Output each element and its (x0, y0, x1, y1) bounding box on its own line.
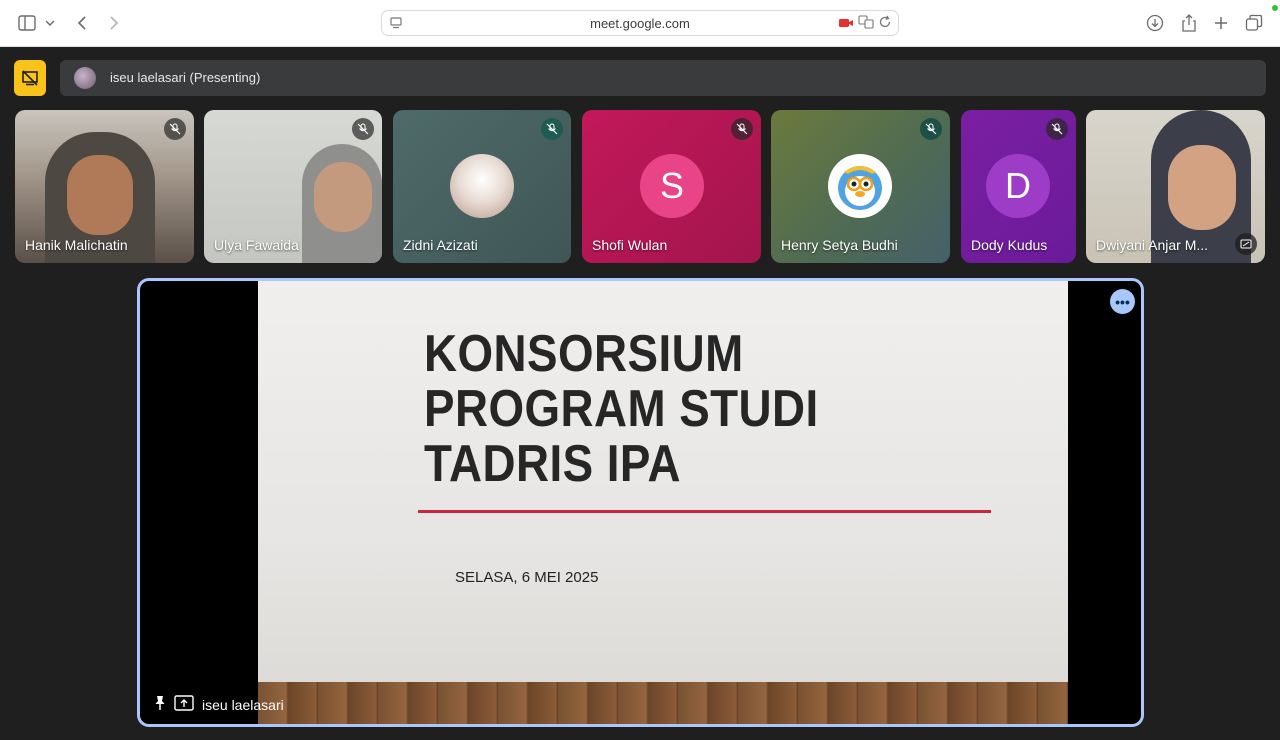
camera-in-use-icon[interactable] (838, 16, 854, 34)
slide-title: KONSORSIUM PROGRAM STUDI TADRIS IPA (424, 327, 819, 492)
self-view-icon[interactable] (1235, 233, 1257, 255)
avatar (74, 67, 96, 89)
mic-off-icon (352, 118, 374, 140)
mic-off-icon (164, 118, 186, 140)
presenting-label: iseu laelasari (Presenting) (110, 70, 261, 85)
translate-icon[interactable] (858, 15, 874, 34)
avatar: S (640, 154, 704, 218)
more-options-button[interactable]: ••• (1110, 289, 1135, 314)
url-text: meet.google.com (590, 16, 690, 31)
participant-tile[interactable]: Hanik Malichatin (15, 110, 194, 263)
participant-tile[interactable]: D Dody Kudus (961, 110, 1076, 263)
participant-tile[interactable]: S Shofi Wulan (582, 110, 761, 263)
browser-toolbar: meet.google.com (0, 0, 1280, 47)
mic-off-icon (731, 118, 753, 140)
slide: KONSORSIUM PROGRAM STUDI TADRIS IPA SELA… (258, 281, 1068, 724)
presenter-name: iseu laelasari (202, 696, 284, 713)
download-icon[interactable] (1144, 12, 1166, 34)
slide-divider (418, 510, 991, 513)
slide-title-line: KONSORSIUM (424, 325, 744, 383)
stage-presenter-label: iseu laelasari (154, 695, 284, 714)
presenting-banner: iseu laelasari (Presenting) (60, 60, 1266, 96)
pin-icon[interactable] (154, 695, 166, 714)
mic-off-icon (541, 118, 563, 140)
slide-floor (258, 682, 1068, 724)
participant-name: Dody Kudus (971, 237, 1048, 253)
stop-presenting-button[interactable] (14, 60, 46, 96)
participant-tile[interactable]: Dwiyani Anjar M... (1086, 110, 1265, 263)
present-off-icon (22, 70, 38, 86)
participant-name: Shofi Wulan (592, 237, 668, 253)
slide-title-line: PROGRAM STUDI (424, 380, 819, 438)
chevron-down-icon[interactable] (42, 12, 58, 34)
mic-off-icon (1046, 118, 1068, 140)
avatar (828, 154, 892, 218)
reload-icon[interactable] (878, 15, 892, 34)
mic-off-icon (920, 118, 942, 140)
participant-name: Zidni Azizati (403, 237, 478, 253)
avatar (450, 154, 514, 218)
slide-title-line: TADRIS IPA (424, 435, 681, 493)
participant-tile[interactable]: Henry Setya Budhi (771, 110, 950, 263)
forward-icon[interactable] (103, 12, 125, 34)
participant-name: Hanik Malichatin (25, 237, 128, 253)
participant-face (67, 155, 133, 235)
participant-name: Henry Setya Budhi (781, 237, 898, 253)
participant-face (314, 162, 372, 232)
participant-tile[interactable]: Ulya Fawaida (204, 110, 382, 263)
participant-tile[interactable]: Zidni Azizati (393, 110, 571, 263)
avatar: D (986, 154, 1050, 218)
back-icon[interactable] (71, 12, 93, 34)
share-icon[interactable] (1178, 12, 1200, 34)
presentation-stage[interactable]: KONSORSIUM PROGRAM STUDI TADRIS IPA SELA… (137, 278, 1144, 727)
address-bar[interactable]: meet.google.com (381, 10, 899, 36)
participant-name: Ulya Fawaida (214, 237, 299, 253)
participant-face (1168, 145, 1236, 230)
avatar-initial: D (1005, 165, 1031, 206)
recording-indicator-dot (1272, 5, 1278, 11)
slide-date: SELASA, 6 MEI 2025 (455, 569, 599, 586)
sidebar-toggle-icon[interactable] (16, 12, 38, 34)
penguin-avatar-icon (838, 166, 882, 210)
tab-overview-icon[interactable] (1243, 12, 1265, 34)
participant-name: Dwiyani Anjar M... (1096, 237, 1209, 253)
present-screen-icon (174, 695, 194, 714)
new-tab-icon[interactable] (1210, 12, 1232, 34)
avatar-initial: S (659, 165, 684, 206)
